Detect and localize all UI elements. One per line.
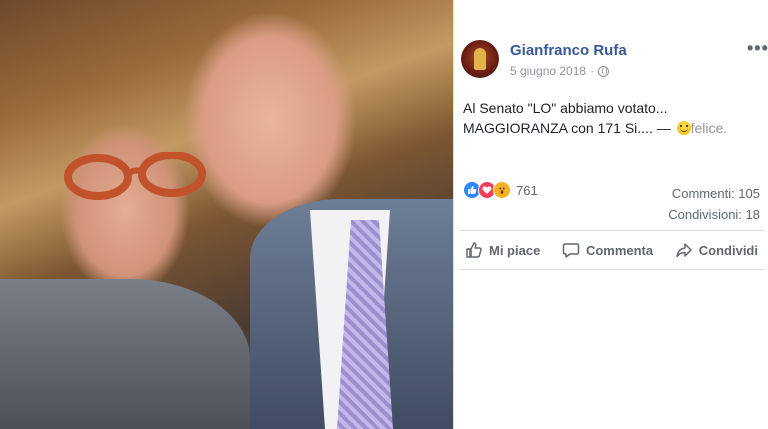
photo-glasses bbox=[64, 152, 206, 200]
post-panel: Gianfranco Rufa 5 giugno 2018 · ••• Al S… bbox=[455, 0, 768, 429]
meta-separator: · bbox=[590, 64, 595, 78]
share-label: Condividi bbox=[698, 242, 758, 258]
comments-count[interactable]: Commenti: 105 bbox=[668, 183, 760, 204]
thumbs-up-icon bbox=[466, 242, 482, 258]
comment-bubble-icon bbox=[562, 243, 580, 258]
photo-suit-left bbox=[0, 279, 250, 429]
like-button[interactable]: Mi piace bbox=[465, 241, 540, 259]
comment-button[interactable]: Commenta bbox=[562, 241, 653, 259]
share-button[interactable]: Condividi bbox=[675, 241, 758, 259]
more-options-icon[interactable]: ••• bbox=[747, 38, 768, 58]
author-name[interactable]: Gianfranco Rufa bbox=[510, 42, 627, 59]
globe-icon[interactable] bbox=[598, 65, 610, 77]
post-header: Gianfranco Rufa 5 giugno 2018 · ••• bbox=[461, 38, 768, 82]
post-photo[interactable] bbox=[0, 0, 454, 429]
post-meta: 5 giugno 2018 · bbox=[510, 64, 610, 78]
wow-icon bbox=[493, 181, 511, 199]
post-text: Al Senato "LO" abbiamo votato... MAGGIOR… bbox=[463, 98, 763, 138]
feeling-label[interactable]: felice. bbox=[691, 120, 728, 136]
reactions-summary[interactable]: 761 bbox=[463, 181, 538, 199]
comment-label: Commenta bbox=[585, 242, 654, 258]
shares-count[interactable]: Condivisioni: 18 bbox=[668, 204, 760, 225]
avatar[interactable] bbox=[461, 40, 499, 78]
post-date[interactable]: 5 giugno 2018 bbox=[510, 64, 586, 78]
photo-divider bbox=[453, 0, 454, 429]
like-label: Mi piace bbox=[489, 242, 541, 258]
post-stats: Commenti: 105 Condivisioni: 18 bbox=[668, 183, 760, 225]
smile-icon bbox=[676, 121, 691, 135]
share-arrow-icon bbox=[676, 243, 692, 258]
reactions-count: 761 bbox=[516, 182, 538, 198]
post-body: Al Senato "LO" abbiamo votato... MAGGIOR… bbox=[463, 100, 671, 136]
action-bar: Mi piace Commenta Condividi bbox=[459, 230, 764, 270]
